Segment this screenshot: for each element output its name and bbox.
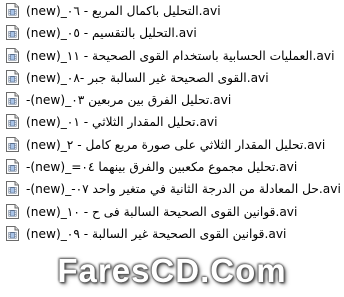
file-row[interactable]: (new)_تحليل المقدار الثلاثي - ٠١.avi <box>0 111 344 133</box>
file-row[interactable]: (new)_العمليات الحسابية باستخدام القوى ا… <box>0 45 344 67</box>
video-file-icon <box>6 69 19 85</box>
file-row[interactable]: -(new)_تحليل الفرق بين مربعين ٠٣.avi <box>0 89 344 111</box>
file-row[interactable]: (new)_التحليل بالتقسيم - ٠٥.avi <box>0 22 344 44</box>
file-name: -(new)_=تحليل مجموع مكعبين والفرق بينهما… <box>26 160 298 175</box>
video-file-icon <box>6 225 19 241</box>
file-name: -(new)_تحليل الفرق بين مربعين ٠٣.avi <box>26 93 232 108</box>
file-row[interactable]: -(new)_-حل المعادلة من الدرجة الثانية في… <box>0 178 344 200</box>
video-file-icon <box>6 114 19 130</box>
watermark: FaresCD.Com <box>57 252 287 289</box>
file-name: (new)_قوانين القوى الصحيحة السالبة فى ح … <box>26 204 298 219</box>
video-file-icon <box>6 47 19 63</box>
video-file-icon <box>6 181 19 197</box>
video-file-icon <box>6 92 19 108</box>
file-row[interactable]: -(new)_=تحليل مجموع مكعبين والفرق بينهما… <box>0 156 344 178</box>
video-file-icon <box>6 159 19 175</box>
video-file-icon <box>6 3 19 18</box>
file-name: (new)_تحليل المقدار الثلاثي - ٠١.avi <box>26 115 218 130</box>
video-file-icon <box>6 203 19 219</box>
file-row[interactable]: (new)_القوى الصحيحة غير السالبة جبر -٠٨.… <box>0 67 344 89</box>
file-row[interactable]: (new)_التحليل باكمال المربع - ٠٦.avi <box>0 0 344 22</box>
file-row[interactable]: (new)_قوانين القوى الصحيحة السالبة فى ح … <box>0 201 344 223</box>
file-name: (new)_العمليات الحسابية باستخدام القوى ا… <box>26 48 335 63</box>
video-file-icon <box>6 25 19 41</box>
file-name: (new)_التحليل بالتقسيم - ٠٥.avi <box>26 26 197 41</box>
file-list: (new)_التحليل باكمال المربع - ٠٦.avi (ne… <box>0 0 344 245</box>
video-file-icon <box>6 136 19 152</box>
file-name: (new)_تحليل المقدار الثلاثي على صورة مرب… <box>26 137 326 152</box>
file-name: (new)_قوانين القوى الصحيحة غير السالبة -… <box>26 226 287 241</box>
file-name: (new)_التحليل باكمال المربع - ٠٦.avi <box>26 4 221 18</box>
file-row[interactable]: (new)_تحليل المقدار الثلاثي على صورة مرب… <box>0 134 344 156</box>
file-name: (new)_القوى الصحيحة غير السالبة جبر -٠٨.… <box>26 70 269 85</box>
file-row[interactable]: (new)_قوانين القوى الصحيحة غير السالبة -… <box>0 223 344 245</box>
file-name: -(new)_-حل المعادلة من الدرجة الثانية في… <box>26 182 341 197</box>
